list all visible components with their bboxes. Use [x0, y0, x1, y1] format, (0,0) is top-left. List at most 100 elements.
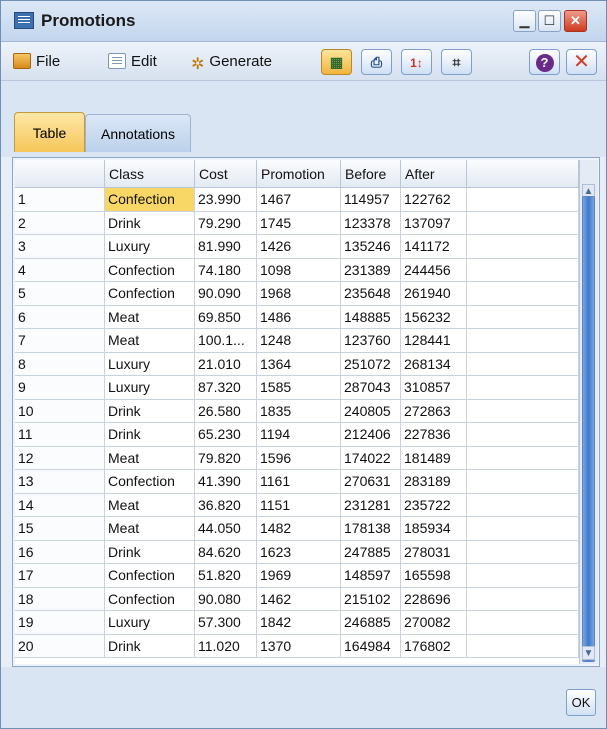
before-cell[interactable]: 270631	[341, 470, 401, 494]
row-number-cell[interactable]: 3	[15, 235, 105, 259]
cost-cell[interactable]: 65.230	[195, 423, 257, 447]
class-cell[interactable]: Confection	[105, 282, 195, 306]
before-cell[interactable]: 174022	[341, 446, 401, 470]
before-cell[interactable]: 178138	[341, 517, 401, 541]
row-number-cell[interactable]: 13	[15, 470, 105, 494]
cost-cell[interactable]: 57.300	[195, 611, 257, 635]
class-cell[interactable]: Confection	[105, 188, 195, 212]
class-cell[interactable]: Luxury	[105, 235, 195, 259]
before-cell[interactable]: 251072	[341, 352, 401, 376]
cost-header[interactable]: Cost	[195, 160, 257, 188]
before-cell[interactable]: 246885	[341, 611, 401, 635]
scroll-thumb[interactable]	[582, 196, 595, 662]
before-cell[interactable]: 247885	[341, 540, 401, 564]
after-cell[interactable]: 176802	[401, 634, 467, 658]
class-header[interactable]: Class	[105, 160, 195, 188]
class-cell[interactable]: Luxury	[105, 611, 195, 635]
promotion-cell[interactable]: 1623	[257, 540, 341, 564]
class-cell[interactable]: Drink	[105, 423, 195, 447]
before-cell[interactable]: 164984	[341, 634, 401, 658]
cost-cell[interactable]: 44.050	[195, 517, 257, 541]
cost-cell[interactable]: 26.580	[195, 399, 257, 423]
cost-cell[interactable]: 36.820	[195, 493, 257, 517]
promotion-cell[interactable]: 1835	[257, 399, 341, 423]
promotion-cell[interactable]: 1462	[257, 587, 341, 611]
tab-annotations[interactable]: Annotations	[85, 114, 191, 152]
promotion-cell[interactable]: 1745	[257, 211, 341, 235]
row-number-cell[interactable]: 16	[15, 540, 105, 564]
before-cell[interactable]: 114957	[341, 188, 401, 212]
promotion-cell[interactable]: 1426	[257, 235, 341, 259]
cost-cell[interactable]: 21.010	[195, 352, 257, 376]
find-button[interactable]: ⌗	[441, 49, 472, 75]
promotion-cell[interactable]: 1370	[257, 634, 341, 658]
data-table[interactable]: Class Cost Promotion Before After 1 Confection…	[15, 160, 579, 664]
promotion-cell[interactable]: 1968	[257, 282, 341, 306]
cost-cell[interactable]: 23.990	[195, 188, 257, 212]
promotion-cell[interactable]: 1482	[257, 517, 341, 541]
promotion-cell[interactable]: 1596	[257, 446, 341, 470]
scroll-down-arrow-icon[interactable]: ▼	[582, 646, 595, 660]
minimize-button[interactable]: ▁	[513, 10, 536, 32]
help-button[interactable]: ?	[529, 49, 560, 75]
before-cell[interactable]: 287043	[341, 376, 401, 400]
row-number-cell[interactable]: 1	[15, 188, 105, 212]
after-cell[interactable]: 185934	[401, 517, 467, 541]
cost-cell[interactable]: 90.090	[195, 282, 257, 306]
row-number-cell[interactable]: 9	[15, 376, 105, 400]
class-cell[interactable]: Drink	[105, 399, 195, 423]
class-cell[interactable]: Drink	[105, 211, 195, 235]
after-header[interactable]: After	[401, 160, 467, 188]
row-number-cell[interactable]: 20	[15, 634, 105, 658]
cost-cell[interactable]: 100.1...	[195, 329, 257, 353]
before-cell[interactable]: 231281	[341, 493, 401, 517]
edit-menu[interactable]: Edit	[108, 53, 157, 70]
cost-cell[interactable]: 41.390	[195, 470, 257, 494]
class-cell[interactable]: Drink	[105, 634, 195, 658]
promotion-cell[interactable]: 1585	[257, 376, 341, 400]
row-number-cell[interactable]: 8	[15, 352, 105, 376]
cost-cell[interactable]: 84.620	[195, 540, 257, 564]
sort-button[interactable]: 1↕	[401, 49, 432, 75]
after-cell[interactable]: 283189	[401, 470, 467, 494]
cost-cell[interactable]: 69.850	[195, 305, 257, 329]
row-number-cell[interactable]: 10	[15, 399, 105, 423]
after-cell[interactable]: 227836	[401, 423, 467, 447]
class-cell[interactable]: Confection	[105, 587, 195, 611]
promotion-header[interactable]: Promotion	[257, 160, 341, 188]
promotion-cell[interactable]: 1098	[257, 258, 341, 282]
generate-menu[interactable]: ✲ Generate	[191, 53, 272, 74]
after-cell[interactable]: 268134	[401, 352, 467, 376]
promotion-cell[interactable]: 1161	[257, 470, 341, 494]
class-cell[interactable]: Luxury	[105, 376, 195, 400]
promotion-cell[interactable]: 1364	[257, 352, 341, 376]
file-menu[interactable]: File	[13, 53, 60, 70]
class-cell[interactable]: Drink	[105, 540, 195, 564]
vertical-scrollbar[interactable]: ▲ ▼	[579, 160, 598, 664]
row-number-cell[interactable]: 12	[15, 446, 105, 470]
class-cell[interactable]: Luxury	[105, 352, 195, 376]
promotion-cell[interactable]: 1486	[257, 305, 341, 329]
title-bar[interactable]: Promotions ▁ ☐ ✕	[1, 1, 606, 42]
close-button[interactable]: ✕	[566, 49, 597, 75]
class-cell[interactable]: Confection	[105, 258, 195, 282]
before-cell[interactable]: 215102	[341, 587, 401, 611]
cost-cell[interactable]: 79.290	[195, 211, 257, 235]
cost-cell[interactable]: 81.990	[195, 235, 257, 259]
row-number-cell[interactable]: 15	[15, 517, 105, 541]
row-number-cell[interactable]: 14	[15, 493, 105, 517]
maximize-button[interactable]: ☐	[538, 10, 561, 32]
after-cell[interactable]: 270082	[401, 611, 467, 635]
row-number-cell[interactable]: 18	[15, 587, 105, 611]
promotion-cell[interactable]: 1248	[257, 329, 341, 353]
after-cell[interactable]: 244456	[401, 258, 467, 282]
before-cell[interactable]: 148597	[341, 564, 401, 588]
before-cell[interactable]: 148885	[341, 305, 401, 329]
after-cell[interactable]: 278031	[401, 540, 467, 564]
cost-cell[interactable]: 74.180	[195, 258, 257, 282]
after-cell[interactable]: 272863	[401, 399, 467, 423]
row-number-cell[interactable]: 19	[15, 611, 105, 635]
tab-table[interactable]: Table	[14, 112, 85, 152]
before-cell[interactable]: 212406	[341, 423, 401, 447]
row-number-cell[interactable]: 6	[15, 305, 105, 329]
